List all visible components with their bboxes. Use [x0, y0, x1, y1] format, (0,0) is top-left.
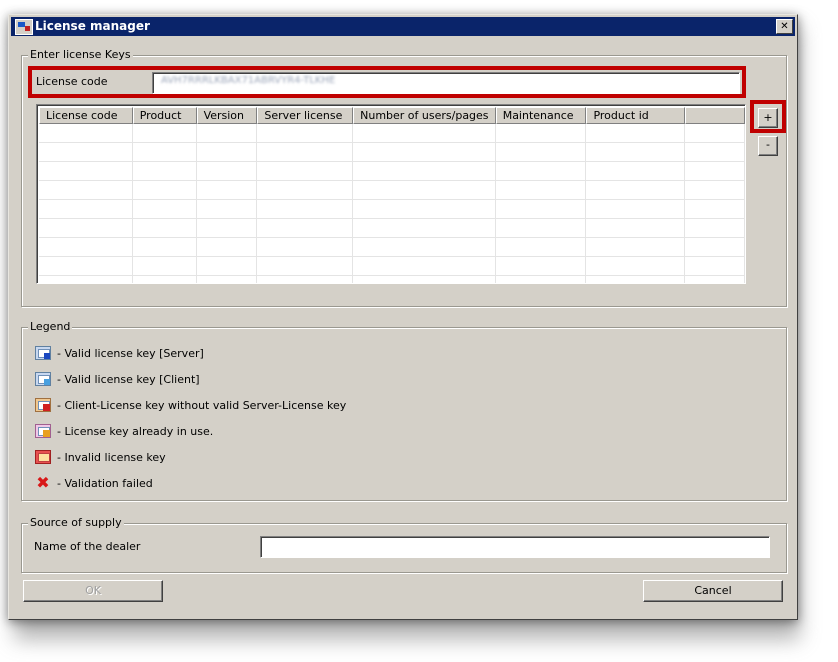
source-of-supply-group: Source of supply Name of the dealer — [21, 516, 787, 573]
table-row[interactable] — [39, 219, 745, 238]
source-of-supply-label: Source of supply — [28, 516, 124, 530]
valid-server-license-icon — [35, 346, 51, 360]
table-row[interactable] — [39, 162, 745, 181]
legend-item-text: - Valid license key [Server] — [57, 347, 204, 360]
column-header-version[interactable]: Version — [196, 107, 258, 124]
table-row[interactable] — [39, 238, 745, 257]
license-table-header: License code Product Version Server lice… — [39, 107, 745, 124]
title-bar[interactable]: License manager ✕ — [11, 17, 795, 36]
legend-item-text: - License key already in use. — [57, 425, 214, 438]
column-header-number-of-users[interactable]: Number of users/pages — [353, 107, 496, 124]
column-header-product[interactable]: Product — [132, 107, 197, 124]
cancel-button[interactable]: Cancel — [643, 580, 783, 602]
add-button-highlight — [750, 100, 786, 133]
dealer-name-input[interactable] — [260, 536, 770, 558]
column-header-license-code[interactable]: License code — [39, 107, 133, 124]
invalid-license-icon — [35, 450, 51, 464]
table-row[interactable] — [39, 200, 745, 219]
license-in-use-icon — [35, 424, 51, 438]
license-code-highlight — [28, 66, 746, 98]
legend-item-text: - Invalid license key — [57, 451, 166, 464]
license-table[interactable]: License code Product Version Server lice… — [36, 104, 746, 284]
legend-label: Legend — [28, 320, 73, 334]
license-manager-app-icon — [15, 19, 33, 35]
enter-license-keys-label: Enter license Keys — [28, 48, 133, 62]
close-button[interactable]: ✕ — [776, 19, 793, 34]
legend-group: Legend - Valid license key [Server] - Va… — [21, 320, 787, 501]
valid-client-license-icon — [35, 372, 51, 386]
legend-item-text: - Validation failed — [57, 477, 153, 490]
legend-item-text: - Client-License key without valid Serve… — [57, 399, 347, 412]
column-header-maintenance[interactable]: Maintenance — [495, 107, 587, 124]
ok-button[interactable]: OK — [23, 580, 163, 602]
legend-item-text: - Valid license key [Client] — [57, 373, 200, 386]
license-table-body — [39, 124, 745, 283]
license-manager-dialog: License manager ✕ Enter license Keys Lic… — [8, 14, 798, 620]
dealer-name-label: Name of the dealer — [34, 540, 141, 553]
table-row[interactable] — [39, 276, 745, 283]
window-title: License manager — [35, 19, 150, 33]
column-header-product-id[interactable]: Product id — [586, 107, 686, 124]
client-without-server-icon — [35, 398, 51, 412]
table-row[interactable] — [39, 181, 745, 200]
column-header-server-license[interactable]: Server license — [257, 107, 354, 124]
column-header-filler — [685, 107, 745, 124]
validation-failed-icon: ✖ — [36, 473, 50, 492]
remove-license-button[interactable]: - — [758, 136, 778, 156]
table-row[interactable] — [39, 257, 745, 276]
table-row[interactable] — [39, 143, 745, 162]
enter-license-keys-group: Enter license Keys License code AVH7RRRL… — [21, 48, 787, 307]
table-row[interactable] — [39, 124, 745, 143]
